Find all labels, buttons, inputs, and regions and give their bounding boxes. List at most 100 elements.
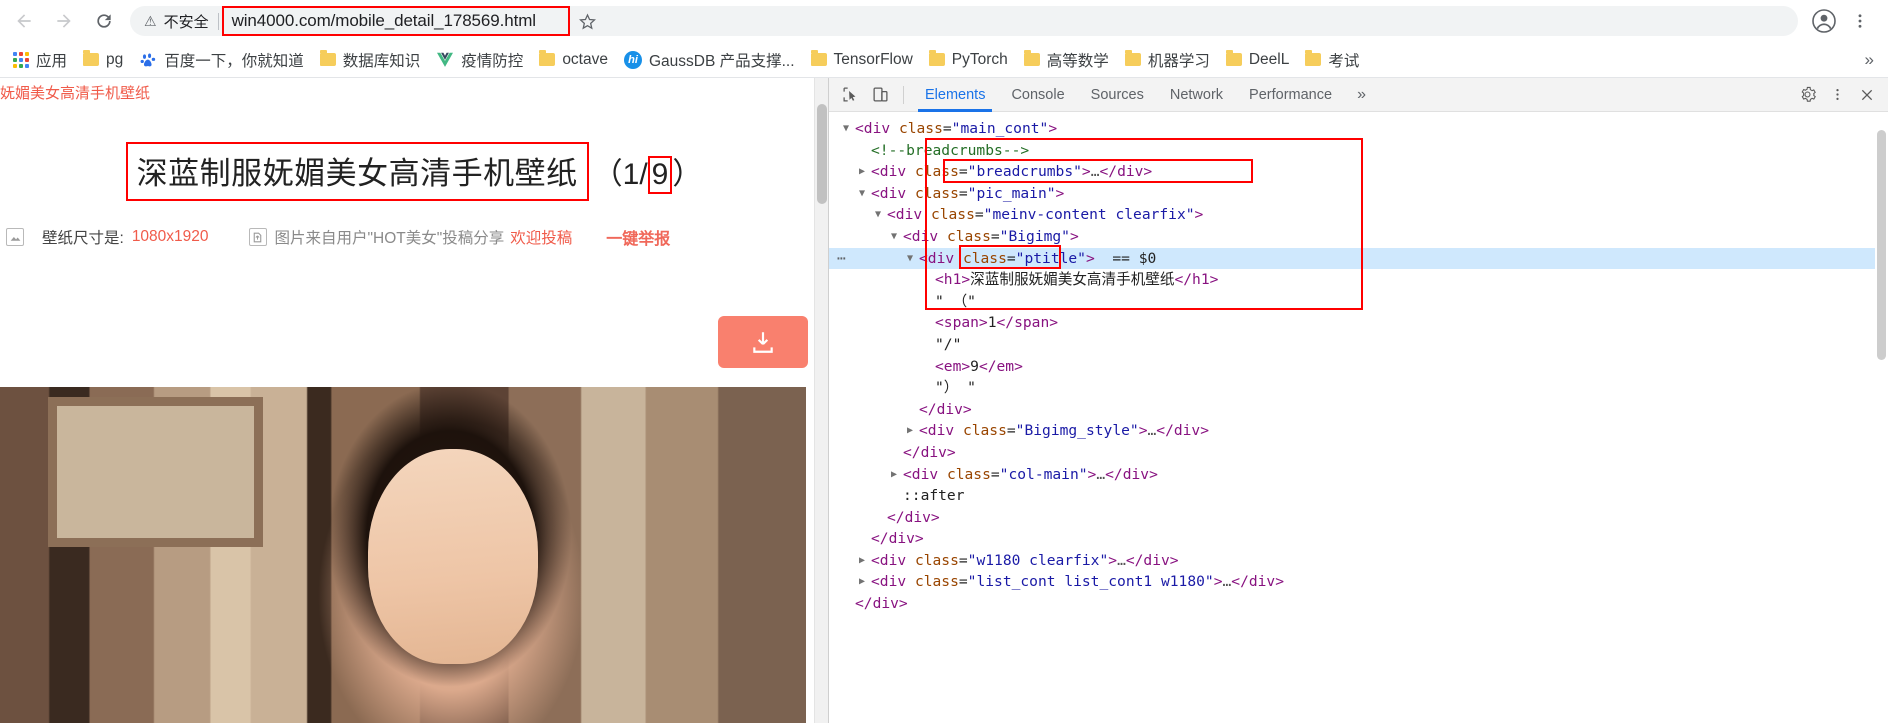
dom-node-row[interactable]: <div class="meinv-content clearfix"> [829,204,1888,226]
dom-token-tag: </div> [1105,465,1158,483]
breadcrumb-text: 妩媚美女高清手机壁纸 [0,84,151,102]
dom-token-dotdot: … [1117,551,1126,569]
bookmark-machine-learning[interactable]: 机器学习 [1118,46,1217,74]
report-button[interactable]: 一键举报 [606,225,670,249]
url-input[interactable]: win4000.com/mobile_detail_178569.html [232,11,536,31]
bookmark-star-button[interactable] [570,3,606,39]
bookmark-exam[interactable]: 考试 [1298,46,1366,74]
page-breadcrumb[interactable]: 妩媚美女高清手机壁纸 [0,78,828,104]
dom-node-row[interactable]: <span> 1 </span> [829,312,1888,334]
devtools-close-button[interactable] [1852,81,1882,109]
dom-node-row[interactable]: <div class="breadcrumbs">…</div> [829,161,1888,183]
dom-row-menu-icon[interactable]: ⋯ [837,248,847,270]
tab-performance[interactable]: Performance [1236,78,1345,112]
chevron-down-icon[interactable] [859,183,871,205]
chevron-down-icon[interactable] [891,226,903,248]
bookmark-advanced-math[interactable]: 高等数学 [1017,46,1116,74]
dom-token-tag: > [1213,573,1223,591]
tab-console[interactable]: Console [998,78,1077,112]
dom-node-row[interactable]: </div> [829,528,1888,550]
reload-button[interactable] [84,1,124,41]
folder-icon [1023,50,1040,66]
bookmark-apps[interactable]: 应用 [6,46,74,74]
chevron-right-icon[interactable] [907,420,919,442]
page-viewport: 妩媚美女高清手机壁纸 深蓝制服妩媚美女高清手机壁纸 （1/9） 壁纸尺寸是: 1… [0,78,828,723]
three-dot-menu-icon [1858,14,1862,28]
back-button[interactable] [4,1,44,41]
download-button[interactable] [718,316,808,368]
forward-button[interactable] [44,1,84,41]
devtools-toolbar-divider [903,85,904,104]
profile-button[interactable] [1806,3,1842,39]
browser-menu-button[interactable] [1842,3,1878,39]
chevron-down-icon[interactable] [875,204,887,226]
dom-node-row[interactable]: ⋯ <div class="ptitle"> == $0 [829,247,1888,270]
dom-node-row[interactable]: <div class="w1180 clearfix">…</div> [829,550,1888,572]
chevron-down-icon[interactable] [907,248,919,270]
dom-node-row[interactable]: <div class="main_cont"> [829,118,1888,140]
bookmark-gaussdb[interactable]: hi GaussDB 产品支撑... [617,46,802,74]
chevron-right-icon[interactable] [859,571,871,593]
chevron-right-icon[interactable] [859,161,871,183]
dom-scrollbar[interactable] [1875,112,1888,723]
bookmark-deepl[interactable]: DeelL [1219,48,1297,72]
tab-sources[interactable]: Sources [1078,78,1157,112]
submit-link[interactable]: 欢迎投稿 [510,226,572,248]
page-counter: （1/9） [593,149,702,194]
wallpaper-preview-image[interactable] [0,387,806,723]
dom-node-row[interactable]: "/" [829,334,1888,356]
dom-token-attr: class [946,465,991,483]
dom-token-eq: = [974,206,984,224]
bookmark-tensorflow[interactable]: TensorFlow [804,48,920,72]
bookmark-baidu[interactable]: 百度一下，你就知道 [132,46,311,74]
devtools-menu-button[interactable] [1822,81,1852,109]
dom-node-row[interactable]: </div> [829,593,1888,615]
content-split: 妩媚美女高清手机壁纸 深蓝制服妩媚美女高清手机壁纸 （1/9） 壁纸尺寸是: 1… [0,78,1888,723]
dom-node-row[interactable]: <div class="Bigimg_style">…</div> [829,420,1888,442]
dom-token-tag: > [1108,551,1118,569]
dom-token-tag: > [1055,184,1065,202]
dom-node-row[interactable]: <em> 9 </em> [829,356,1888,378]
dom-node-row[interactable]: <div class="pic_main"> [829,183,1888,205]
dom-node-row[interactable]: "） " [829,377,1888,399]
dom-node-row[interactable]: </div> [829,442,1888,464]
dom-token-tag: > [1194,206,1204,224]
bookmark-octave[interactable]: octave [532,48,615,72]
chevron-right-icon[interactable] [859,550,871,572]
chevron-right-icon[interactable] [891,464,903,486]
dom-node-row[interactable]: <div class="list_cont list_cont1 w1180">… [829,571,1888,593]
bookmark-pg[interactable]: pg [76,48,130,72]
tree-spacer-icon [923,312,935,334]
dom-node-row[interactable]: <h1> 深蓝制服妩媚美女高清手机壁纸 </h1> [829,269,1888,291]
dom-node-row[interactable]: <div class="Bigimg"> [829,226,1888,248]
page-scrollbar-thumb[interactable] [817,104,827,204]
dom-token-txt: "） " [935,379,976,397]
bookmark-epidemic[interactable]: 疫情防控 [429,46,530,74]
bookmarks-overflow-button[interactable]: » [1855,50,1884,70]
more-tabs-button[interactable]: » [1345,86,1378,104]
gear-icon [1801,86,1816,102]
dom-scrollbar-thumb[interactable] [1877,130,1886,360]
dom-tree[interactable]: <div class="main_cont"><!--breadcrumbs--… [829,112,1888,723]
tab-network[interactable]: Network [1157,78,1236,112]
dom-node-row[interactable]: </div> [829,399,1888,421]
inspect-element-button[interactable] [835,81,865,109]
omnibox[interactable]: ⚠ 不安全 win4000.com/mobile_detail_178569.h… [130,6,1798,36]
settings-button[interactable] [1792,81,1822,109]
close-icon [1861,89,1873,100]
dom-node-row[interactable]: ::after [829,485,1888,507]
device-toolbar-button[interactable] [865,81,895,109]
tab-elements[interactable]: Elements [912,78,998,112]
dom-node-row[interactable]: </div> [829,507,1888,529]
bookmark-pytorch[interactable]: PyTorch [922,48,1015,72]
chevron-down-icon[interactable] [843,118,855,140]
dom-node-row[interactable]: <!--breadcrumbs--> [829,140,1888,162]
security-indicator[interactable]: ⚠ 不安全 [144,11,218,32]
dom-token-txt: " （" [935,292,976,310]
dom-token-tag: </div> [1099,163,1153,181]
dom-node-row[interactable]: " （" [829,291,1888,313]
dom-token-tag: </div> [855,595,908,613]
bookmark-database[interactable]: 数据库知识 [313,46,428,74]
dom-node-row[interactable]: <div class="col-main">…</div> [829,464,1888,486]
page-scrollbar[interactable] [814,78,828,723]
